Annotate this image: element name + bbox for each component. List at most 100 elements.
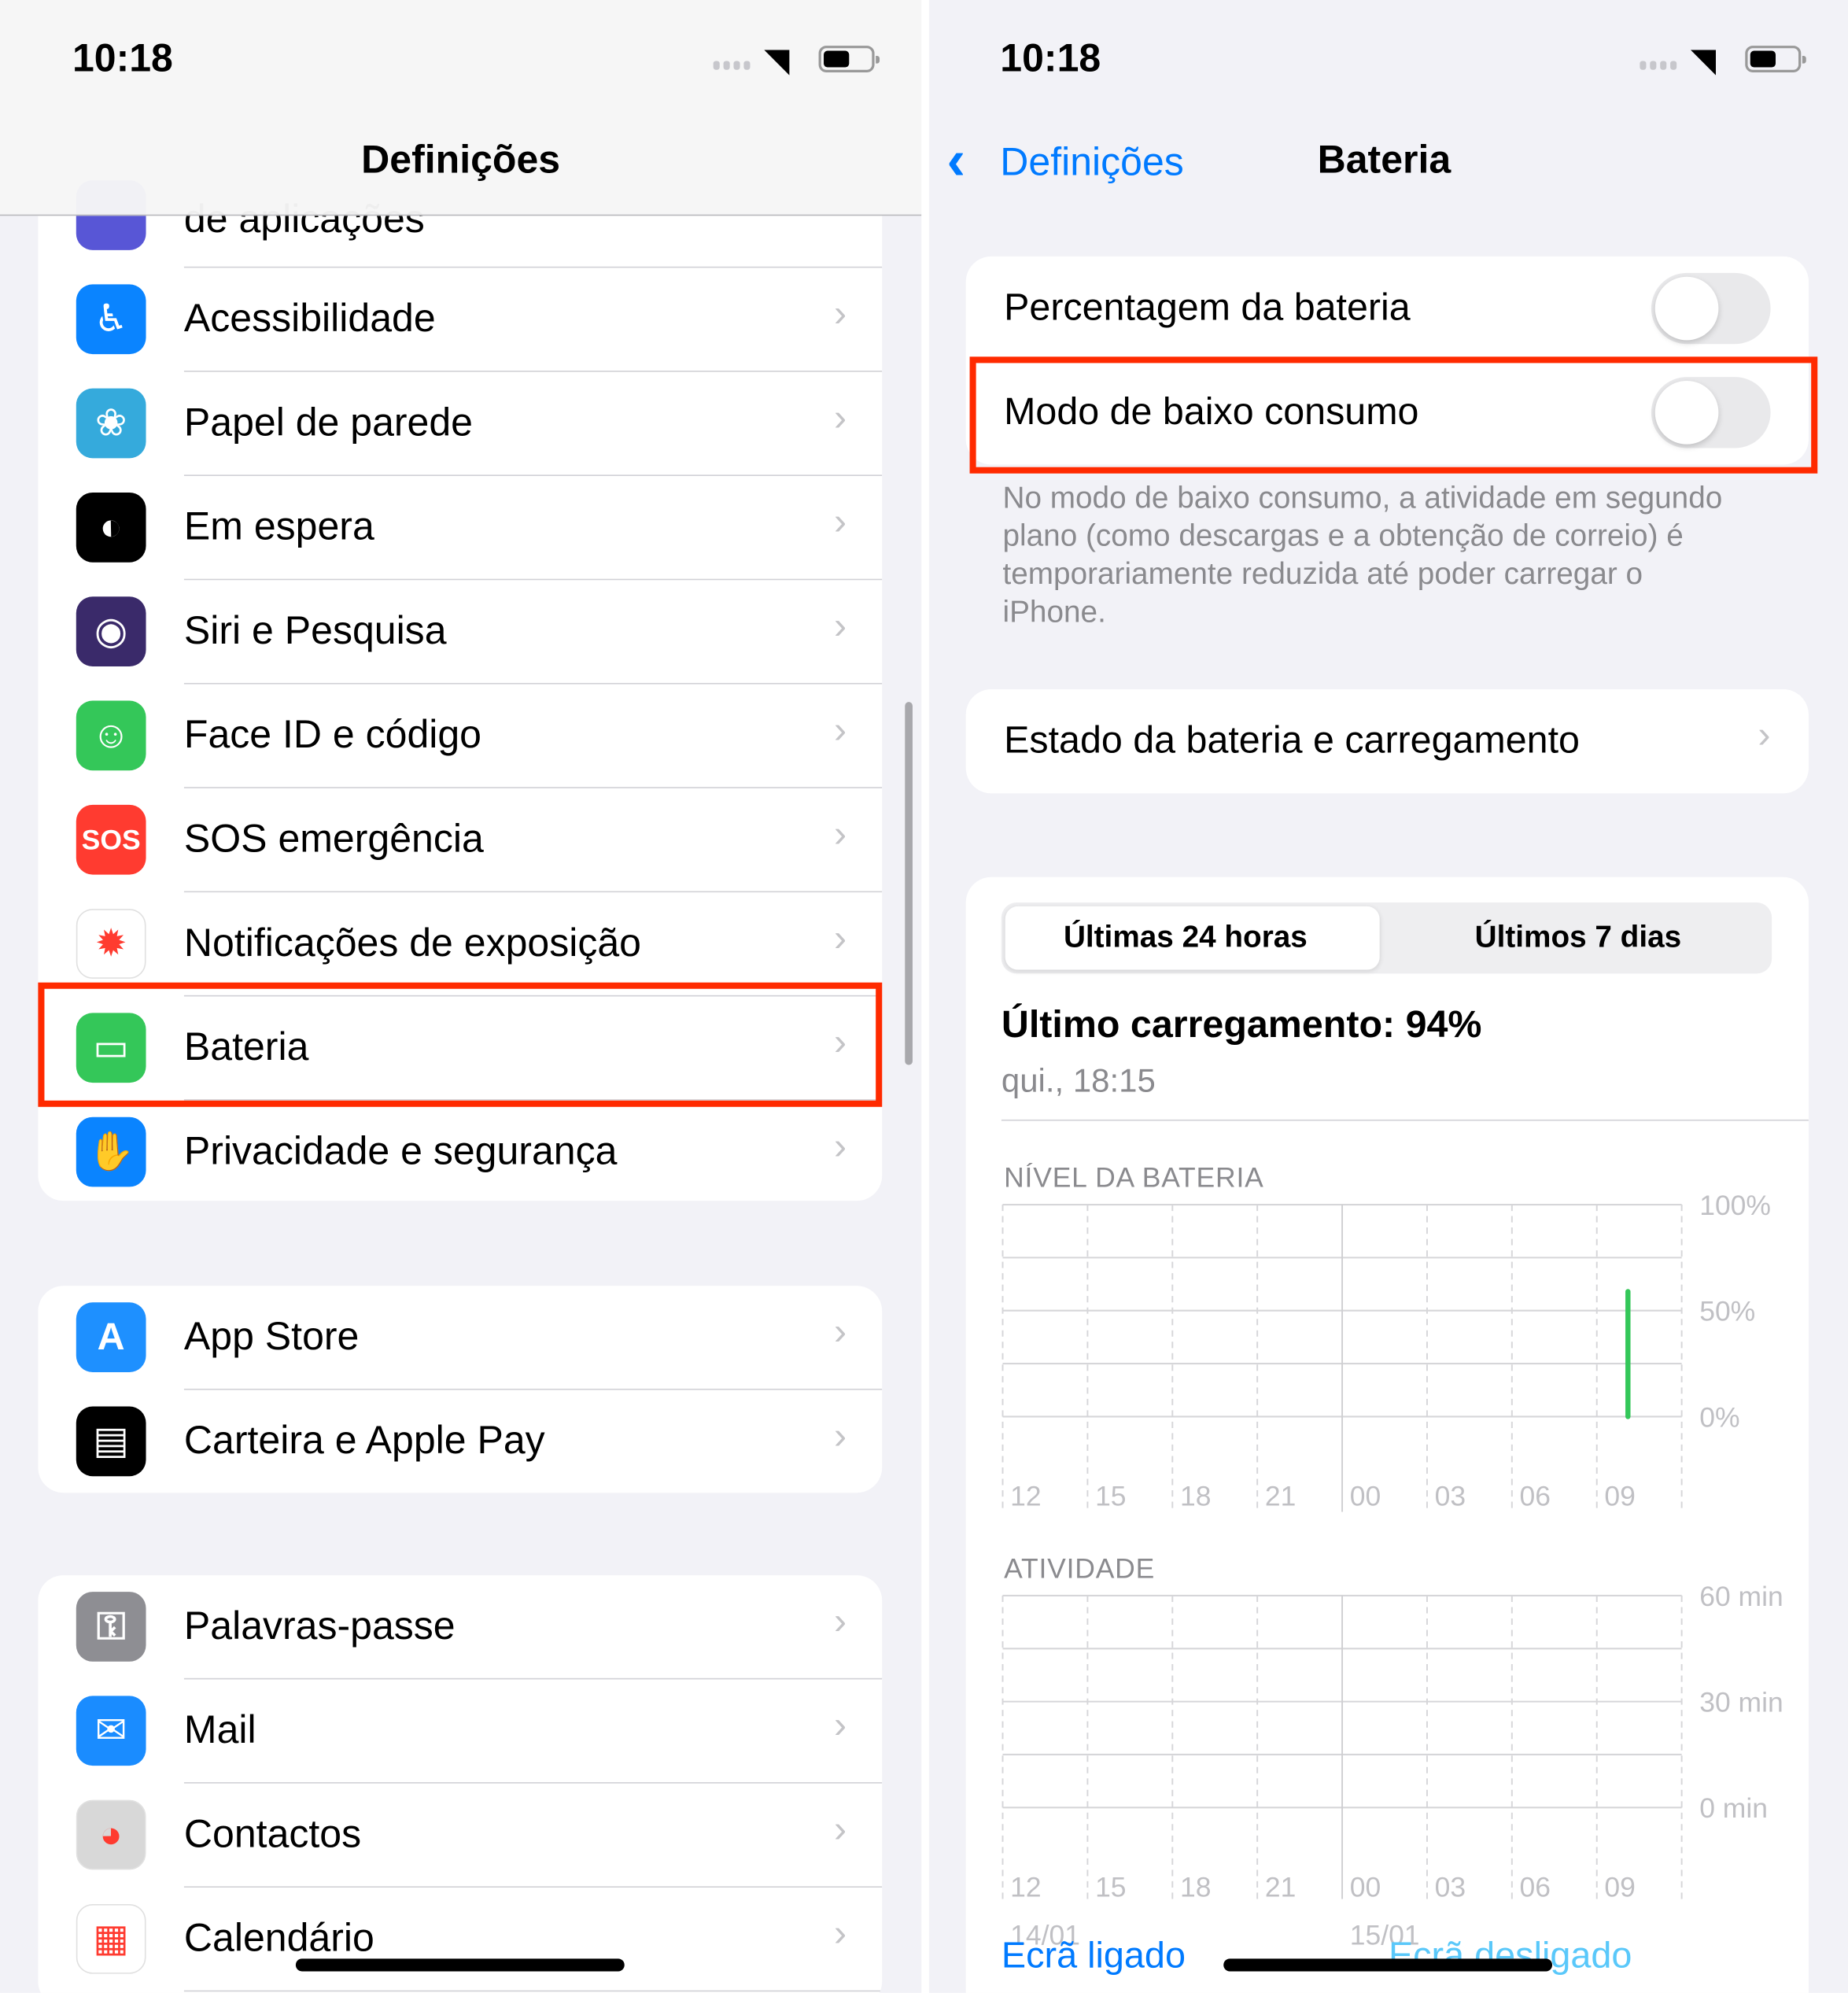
settings-item-palavras-passe[interactable]: ⚿ Palavras-passe › (38, 1575, 883, 1680)
x-tick-label: 06 (1520, 1871, 1551, 1903)
settings-item-app-store[interactable]: A App Store › (38, 1286, 883, 1390)
x-tick-label: 18 (1180, 1480, 1211, 1511)
back-button[interactable]: Definições (1000, 139, 1184, 185)
nav-header: 10:18 ◥ Definições (0, 0, 922, 216)
chevron-right-icon: › (833, 1125, 847, 1168)
chevron-right-icon: › (833, 814, 847, 856)
x-tick-label: 15 (1095, 1871, 1126, 1903)
settings-item-label: Face ID e código (183, 712, 482, 757)
settings-item-label: Carteira e Apple Pay (183, 1418, 545, 1463)
settings-item-siri-e-pesquisa[interactable]: ◉ Siri e Pesquisa › (38, 580, 883, 685)
privacy-hand-icon: ✋ (76, 1116, 146, 1187)
highlight-bateria (38, 982, 883, 1107)
settings-item-face-id-e-c-digo[interactable]: ☺ Face ID e código › (38, 685, 883, 788)
status-time: 10:18 (1000, 35, 1101, 80)
scrollbar[interactable] (905, 702, 913, 1065)
x-tick-label: 00 (1350, 1480, 1381, 1511)
battery-charts: 12 15 18 21 00 03 06 09 100% 50% 0% 12 15 18 21 00 03 06 0… (1001, 1190, 1783, 1951)
battery-status-icon (818, 46, 880, 72)
home-indicator[interactable] (295, 1958, 625, 1972)
cellular-signal-icon (713, 61, 751, 70)
wifi-icon: ◥ (764, 40, 790, 79)
page-title: Definições (361, 137, 561, 182)
x-tick-label: 21 (1265, 1480, 1296, 1511)
wifi-icon: ◥ (1690, 40, 1717, 79)
chevron-right-icon: › (833, 1704, 847, 1747)
chevron-right-icon: › (833, 1600, 847, 1643)
x-tick-label: 09 (1604, 1871, 1635, 1903)
x-tick-label: 03 (1435, 1871, 1466, 1903)
settings-item-acessibilidade[interactable]: ♿ Acessibilidade › (38, 268, 883, 372)
cellular-signal-icon (1640, 61, 1677, 70)
chevron-right-icon: › (833, 917, 847, 960)
home-indicator[interactable] (1223, 1958, 1553, 1972)
settings-item-label: Em espera (183, 504, 374, 548)
chevron-right-icon: › (833, 605, 847, 648)
calendar-icon: ▦ (76, 1903, 146, 1974)
screen-off-legend: Ecrã desligado (1388, 1936, 1632, 1976)
battery-percentage-row: Percentagem da bateria (966, 257, 1809, 361)
face-id-icon: ☺ (76, 700, 146, 771)
settings-item-label: Palavras-passe (183, 1603, 456, 1648)
low-power-note: No modo de baixo consumo, a atividade em… (1002, 481, 1723, 630)
key-icon: ⚿ (76, 1592, 146, 1662)
settings-item-sos-emerg-ncia[interactable]: SOS SOS emergência › (38, 788, 883, 893)
settings-item-em-espera[interactable]: ◐ Em espera › (38, 476, 883, 581)
y-tick-label: 50% (1699, 1296, 1755, 1327)
y-tick-label: 60 min (1699, 1581, 1783, 1612)
x-tick-label: 00 (1350, 1871, 1381, 1903)
settings-item-label: App Store (183, 1313, 360, 1359)
mail-icon: ✉ (76, 1696, 146, 1766)
settings-item-papel-de-parede[interactable]: ❀ Papel de parede › (38, 372, 883, 476)
chevron-right-icon: › (833, 293, 847, 335)
chevron-right-icon: › (833, 709, 847, 752)
chevron-right-icon: › (1758, 714, 1771, 757)
x-tick-label: 18 (1180, 1871, 1211, 1903)
page-title: Bateria (1317, 137, 1451, 182)
battery-health-label: Estado da bateria e carregamento (1004, 719, 1580, 762)
wallet-icon: ▤ (76, 1406, 146, 1477)
app-store-icon: A (76, 1302, 146, 1372)
x-tick-label: 15 (1095, 1480, 1126, 1511)
settings-item-notifica-es-de-exposi-o[interactable]: ✹ Notificações de exposição › (38, 892, 883, 997)
sos-icon: SOS (76, 804, 146, 875)
status-time: 10:18 (72, 35, 173, 80)
settings-item-label: SOS emergência (183, 816, 484, 861)
settings-item-carteira-e-apple-pay[interactable]: ▤ Carteira e Apple Pay › (38, 1390, 882, 1493)
settings-item-label: Notificações de exposição (183, 920, 641, 965)
battery-status-icon (1745, 46, 1806, 72)
settings-item-label: Siri e Pesquisa (183, 607, 447, 653)
x-tick-label: 12 (1010, 1871, 1041, 1903)
settings-item-label: Mail (183, 1707, 256, 1752)
chevron-right-icon: › (833, 1311, 847, 1353)
settings-item-calend-rio[interactable]: ▦ Calendário › (38, 1888, 883, 1992)
highlight-low-power (969, 356, 1818, 474)
x-tick-label: 03 (1435, 1480, 1466, 1511)
settings-item-mail[interactable]: ✉ Mail › (38, 1679, 883, 1784)
settings-item-contactos[interactable]: ◕ Contactos › (38, 1784, 883, 1888)
x-tick-label: 06 (1520, 1480, 1551, 1511)
settings-item-privacidade-e-seguran-a[interactable]: ✋ Privacidade e segurança › (38, 1101, 882, 1201)
settings-item-label: Papel de parede (183, 400, 474, 445)
settings-item-label: Contactos (183, 1811, 362, 1856)
usage-card: Últimas 24 horas Últimos 7 dias Último c… (965, 877, 1809, 1993)
x-tick-label: 21 (1265, 1871, 1296, 1903)
battery-percentage-toggle[interactable] (1651, 272, 1771, 345)
settings-group-2: A App Store › ▤ Carteira e Apple Pay › (38, 1286, 883, 1493)
exposure-notification-icon: ✹ (76, 909, 146, 979)
y-tick-label: 0% (1699, 1401, 1739, 1433)
chevron-right-icon: › (833, 1808, 847, 1851)
chevron-right-icon: › (833, 1913, 847, 1955)
settings-panel: 10:18 ◥ Definições de aplicações ♿ Acess… (0, 0, 922, 1993)
contacts-icon: ◕ (76, 1799, 146, 1870)
x-tick-label: 09 (1604, 1480, 1635, 1511)
accessibility-icon: ♿ (76, 284, 146, 355)
settings-item-label: Calendário (183, 1915, 374, 1960)
screen-on-legend: Ecrã ligado (1001, 1936, 1186, 1976)
siri-icon: ◉ (76, 596, 146, 666)
back-chevron-icon[interactable]: ‹ (947, 130, 966, 194)
standby-icon: ◐ (76, 492, 146, 563)
chevron-right-icon: › (833, 501, 847, 544)
y-tick-label: 0 min (1699, 1792, 1768, 1824)
battery-health-row[interactable]: Estado da bateria e carregamento › (965, 689, 1809, 794)
